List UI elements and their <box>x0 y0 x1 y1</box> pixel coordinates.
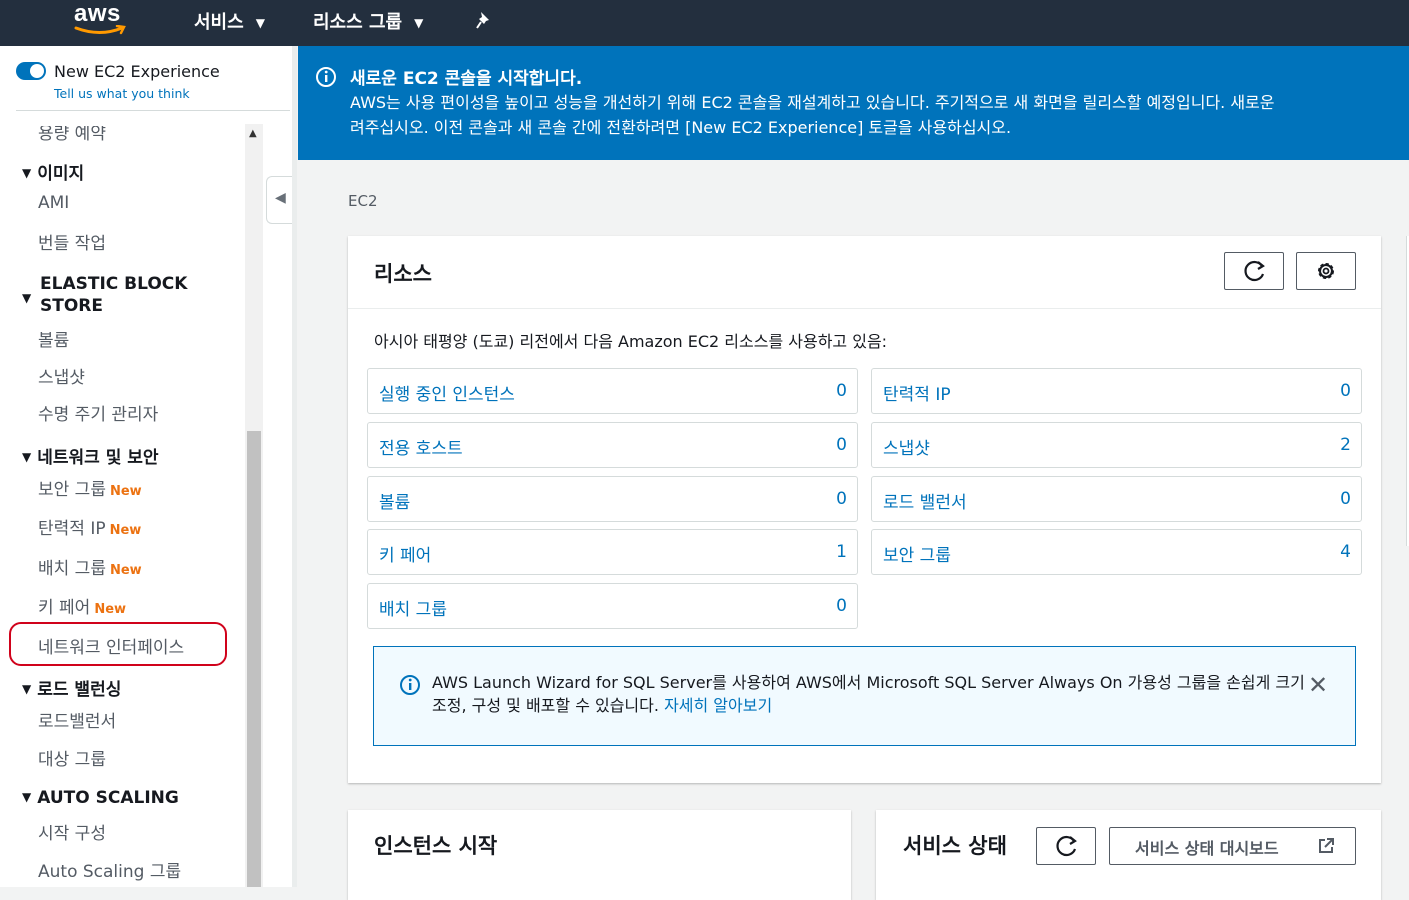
sidebar-item-load-balancers[interactable]: 로드밸런서 <box>38 707 116 732</box>
sidebar-item-placement-groups[interactable]: 배치 그룹 New <box>38 554 142 579</box>
new-badge: New <box>109 563 142 578</box>
tile-running-instances[interactable]: 실행 중인 인스턴스 0 <box>367 368 858 414</box>
sidebar-item-target-groups[interactable]: 대상 그룹 <box>38 745 106 770</box>
sidebar-item-elastic-ips[interactable]: 탄력적 IP New <box>38 514 141 539</box>
tile-elastic-ips[interactable]: 탄력적 IP 0 <box>871 368 1362 414</box>
sidebar-scrollbar-thumb[interactable] <box>247 431 261 887</box>
info-icon <box>400 675 420 695</box>
sidebar-item-key-pairs[interactable]: 키 페어 New <box>38 593 126 618</box>
chevron-down-icon: ▼ <box>255 16 265 30</box>
tile-security-groups[interactable]: 보안 그룹 4 <box>871 529 1362 575</box>
resource-groups-menu[interactable]: 리소스 그룹 ▼ <box>313 8 423 34</box>
refresh-icon <box>1244 260 1265 282</box>
sidebar-item-auto-scaling-groups[interactable]: Auto Scaling 그룹 <box>38 857 181 882</box>
sidebar-item-capacity-reservations[interactable]: 용량 예약 <box>38 126 106 144</box>
new-experience-toggle[interactable] <box>16 62 46 80</box>
launch-instance-title: 인스턴스 시작 <box>374 834 498 858</box>
toggle-label: New EC2 Experience <box>54 62 220 81</box>
section-images-header[interactable]: ▼ 이미지 <box>22 159 84 184</box>
new-badge: New <box>94 602 127 617</box>
section-load-balancing-header[interactable]: ▼ 로드 밸런싱 <box>22 675 121 700</box>
chevron-down-icon: ▼ <box>414 16 424 30</box>
external-link-icon <box>1319 838 1334 853</box>
section-ebs-header[interactable]: ▼ ELASTIC BLOCK STORE <box>22 273 187 317</box>
gear-icon <box>1318 263 1334 279</box>
sidebar-item-snapshots[interactable]: 스냅샷 <box>38 363 85 388</box>
tile-dedicated-hosts[interactable]: 전용 호스트 0 <box>367 422 858 468</box>
caret-down-icon: ▼ <box>22 790 32 804</box>
service-health-dashboard-button[interactable]: 서비스 상태 대시보드 <box>1109 827 1356 865</box>
refresh-button[interactable] <box>1224 252 1284 290</box>
highlight-annotation <box>9 622 227 666</box>
aws-smile-icon <box>74 25 126 35</box>
feedback-link[interactable]: Tell us what you think <box>54 86 190 101</box>
services-menu[interactable]: 서비스 ▼ <box>194 8 265 34</box>
banner-body: AWS는 사용 편이성을 높이고 성능을 개선하기 위해 EC2 콘솔을 재설계… <box>350 93 1275 137</box>
tile-placement-groups[interactable]: 배치 그룹 0 <box>367 583 858 629</box>
new-console-banner: 새로운 EC2 콘솔을 시작합니다. AWS는 사용 편이성을 높이고 성능을 … <box>298 46 1409 160</box>
sidebar-item-security-groups[interactable]: 보안 그룹 New <box>38 475 142 500</box>
sidebar-item-lifecycle-manager[interactable]: 수명 주기 관리자 <box>38 400 158 425</box>
info-icon <box>316 67 336 87</box>
sidebar-item-ami[interactable]: AMI <box>38 193 69 213</box>
new-badge: New <box>109 523 142 538</box>
sidebar-border <box>292 46 297 887</box>
pin-icon[interactable] <box>475 10 495 36</box>
sidebar: New EC2 Experience Tell us what you thin… <box>0 46 292 887</box>
tile-volumes[interactable]: 볼륨 0 <box>367 476 858 522</box>
caret-down-icon: ▼ <box>22 291 32 305</box>
settings-button[interactable] <box>1296 252 1356 290</box>
section-auto-scaling-header[interactable]: ▼ AUTO SCALING <box>22 788 179 808</box>
resources-description: 아시아 태평양 (도쿄) 리전에서 다음 Amazon EC2 리소스를 사용하… <box>374 332 888 351</box>
launch-wizard-alert: AWS Launch Wizard for SQL Server를 사용하여 A… <box>373 646 1356 746</box>
refresh-icon <box>1056 835 1077 857</box>
breadcrumb[interactable]: EC2 <box>348 192 378 210</box>
tile-snapshots[interactable]: 스냅샷 2 <box>871 422 1362 468</box>
resources-panel: 리소스 아시아 태평양 (도쿄) 리전에서 다음 Amazon EC2 리소스를… <box>348 236 1381 783</box>
section-network-header[interactable]: ▼ 네트워크 및 보안 <box>22 443 159 468</box>
aws-logo[interactable]: aws <box>74 0 128 40</box>
caret-down-icon: ▼ <box>22 682 32 696</box>
resources-title: 리소스 <box>374 262 432 286</box>
tile-load-balancers[interactable]: 로드 밸런서 0 <box>871 476 1362 522</box>
tile-key-pairs[interactable]: 키 페어 1 <box>367 529 858 575</box>
scroll-up-arrow-icon[interactable]: ▲ <box>249 128 257 139</box>
banner-title: 새로운 EC2 콘솔을 시작합니다. <box>350 69 583 89</box>
alert-text: AWS Launch Wizard for SQL Server를 사용하여 A… <box>432 673 1305 715</box>
top-navigation-bar: aws 서비스 ▼ 리소스 그룹 ▼ <box>0 0 1409 46</box>
caret-down-icon: ▼ <box>22 450 32 464</box>
toggle-knob <box>30 64 44 78</box>
caret-down-icon: ▼ <box>22 166 32 180</box>
service-health-title: 서비스 상태 <box>903 834 1007 858</box>
sidebar-item-bundle-tasks[interactable]: 번들 작업 <box>38 229 106 254</box>
collapse-sidebar-button[interactable]: ◀ <box>266 176 292 224</box>
new-badge: New <box>109 484 142 499</box>
learn-more-link[interactable]: 자세히 알아보기 <box>664 696 772 715</box>
card-divider <box>348 308 1381 309</box>
sidebar-divider <box>16 110 290 111</box>
caret-left-icon: ◀ <box>275 190 286 206</box>
sidebar-item-volumes[interactable]: 볼륨 <box>38 326 69 351</box>
service-health-refresh-button[interactable] <box>1036 827 1096 865</box>
sidebar-item-launch-configurations[interactable]: 시작 구성 <box>38 819 106 844</box>
close-icon[interactable]: ✕ <box>1308 671 1328 699</box>
